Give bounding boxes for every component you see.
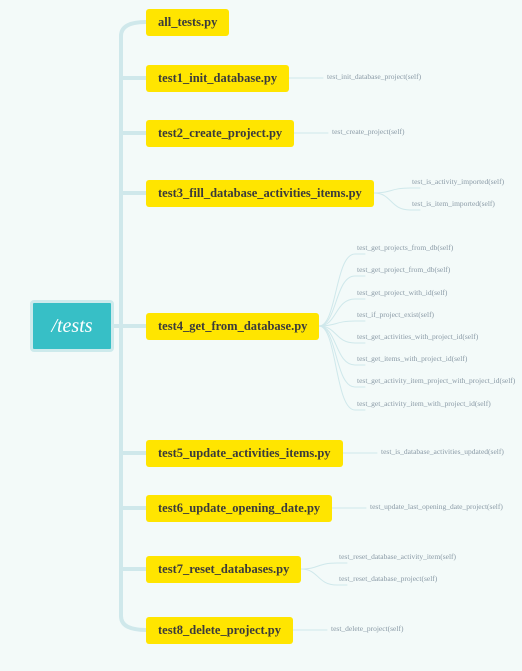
file-name: test5_update_activities_items.py (158, 446, 331, 460)
test-function-label[interactable]: test_update_last_opening_date_project(se… (370, 502, 503, 512)
test-function-label[interactable]: test_get_items_with_project_id(self) (357, 354, 467, 364)
test-function-label[interactable]: test_get_activities_with_project_id(self… (357, 332, 478, 342)
file-node[interactable]: test1_init_database.py (146, 65, 290, 92)
file-name: test6_update_opening_date.py (158, 501, 321, 515)
mind-map: /tests all_tests.py test1_init_database.p… (0, 0, 522, 671)
file-node[interactable]: all_tests.py (146, 9, 230, 36)
test-function-label[interactable]: test_delete_project(self) (331, 624, 403, 634)
file-name: all_tests.py (158, 15, 218, 29)
root-node[interactable]: /tests (30, 300, 114, 352)
test-function-label[interactable]: test_get_project_with_id(self) (357, 288, 447, 298)
file-node[interactable]: test4_get_from_database.py (146, 313, 320, 340)
file-name: test3_fill_database_activities_items.py (158, 186, 362, 200)
test-function-label[interactable]: test_get_projects_from_db(self) (357, 243, 453, 253)
file-node[interactable]: test6_update_opening_date.py (146, 495, 333, 522)
test-function-label[interactable]: test_get_activity_item_project_with_proj… (357, 376, 515, 386)
file-name: test2_create_project.py (158, 126, 283, 140)
root-label: /tests (51, 314, 93, 337)
file-node[interactable]: test7_reset_databases.py (146, 556, 302, 583)
file-node[interactable]: test8_delete_project.py (146, 617, 293, 644)
test-function-label[interactable]: test_reset_database_activity_item(self) (339, 552, 456, 562)
test-function-label[interactable]: test_get_activity_item_with_project_id(s… (357, 399, 491, 409)
file-name: test7_reset_databases.py (158, 562, 290, 576)
function-connector (300, 562, 348, 570)
test-function-label[interactable]: test_create_project(self) (332, 127, 404, 137)
file-name: test8_delete_project.py (158, 623, 281, 637)
test-function-label[interactable]: test_if_project_exist(self) (357, 310, 434, 320)
file-node[interactable]: test2_create_project.py (146, 120, 295, 147)
test-function-label[interactable]: test_reset_database_project(self) (339, 574, 437, 584)
file-node[interactable]: test5_update_activities_items.py (146, 440, 343, 467)
file-name: test4_get_from_database.py (158, 319, 308, 333)
test-function-label[interactable]: test_is_activity_imported(self) (412, 177, 504, 187)
file-name: test1_init_database.py (158, 71, 278, 85)
test-function-label[interactable]: test_get_project_from_db(self) (357, 265, 450, 275)
test-function-label[interactable]: test_is_item_imported(self) (412, 199, 495, 209)
test-function-label[interactable]: test_is_database_activities_updated(self… (381, 447, 504, 457)
test-function-label[interactable]: test_init_database_project(self) (327, 72, 421, 82)
function-connector (373, 187, 421, 194)
file-node[interactable]: test3_fill_database_activities_items.py (146, 180, 374, 207)
